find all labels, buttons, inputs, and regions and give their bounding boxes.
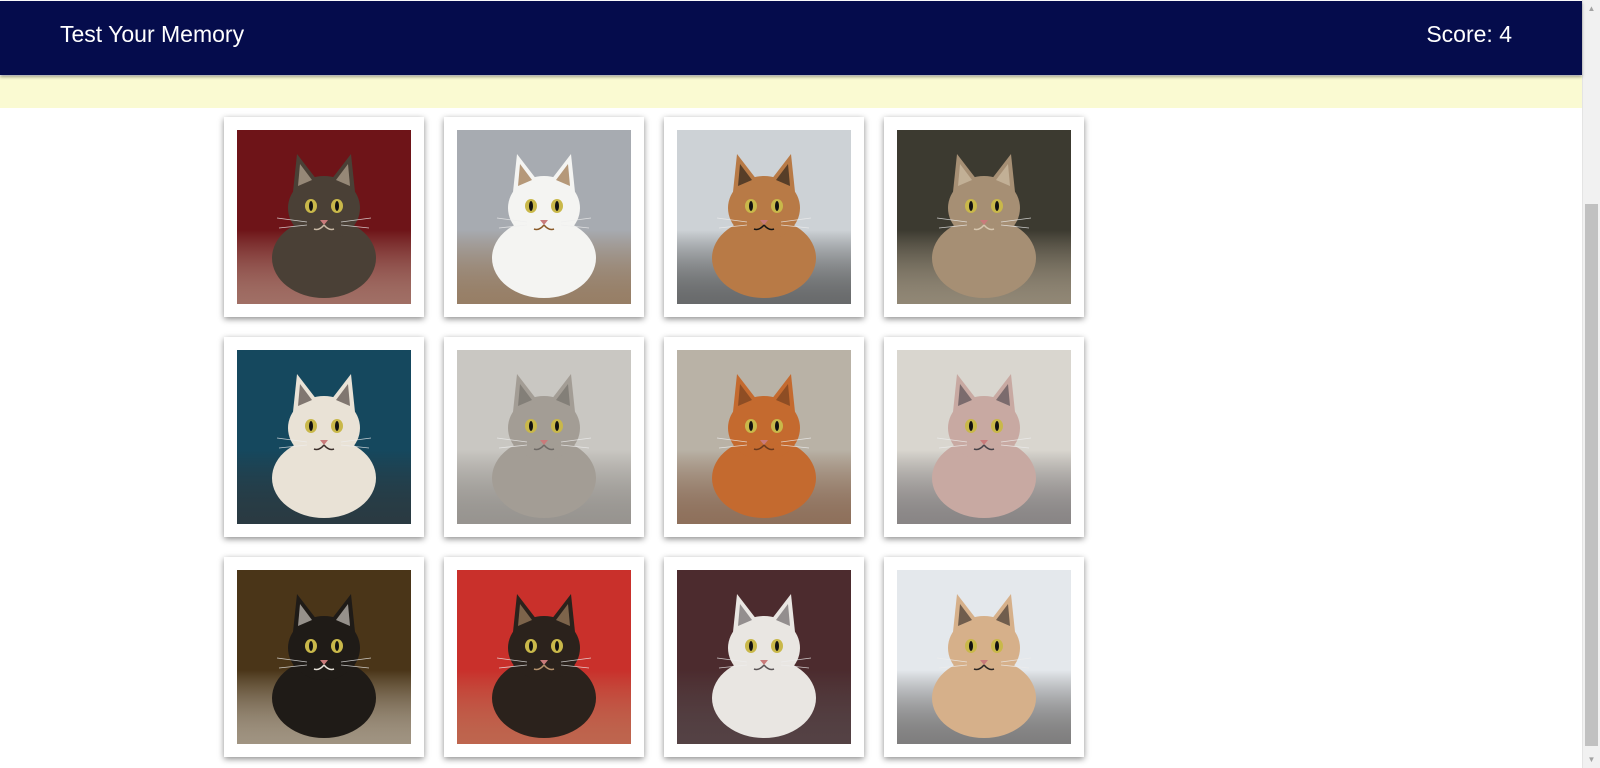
memory-card[interactable]	[224, 117, 424, 317]
vertical-scrollbar[interactable]: ▲ ▼	[1582, 0, 1600, 768]
message-banner	[0, 76, 1582, 108]
app-title: Test Your Memory	[60, 21, 245, 47]
cat-photo	[677, 130, 851, 304]
cat-photo	[897, 350, 1071, 524]
memory-card[interactable]	[884, 117, 1084, 317]
memory-card[interactable]	[444, 337, 644, 537]
cat-photo	[897, 570, 1071, 744]
cat-photo	[237, 350, 411, 524]
memory-card[interactable]	[664, 337, 864, 537]
memory-card[interactable]	[664, 117, 864, 317]
score-display: Score: 4	[1426, 21, 1512, 47]
scroll-up-arrow-icon[interactable]: ▲	[1583, 0, 1600, 17]
memory-card[interactable]	[444, 117, 644, 317]
cat-photo	[237, 570, 411, 744]
memory-game-page: Test Your Memory Score: 4 ▲ ▼	[0, 0, 1600, 768]
cat-photo	[677, 350, 851, 524]
card-grid	[224, 117, 1104, 757]
cat-photo	[897, 130, 1071, 304]
scroll-down-arrow-icon[interactable]: ▼	[1583, 751, 1600, 768]
memory-card[interactable]	[884, 337, 1084, 537]
memory-card[interactable]	[664, 557, 864, 757]
cat-photo	[457, 350, 631, 524]
scroll-thumb[interactable]	[1585, 204, 1598, 746]
memory-card[interactable]	[224, 337, 424, 537]
memory-card[interactable]	[224, 557, 424, 757]
cat-photo	[457, 570, 631, 744]
cat-photo	[237, 130, 411, 304]
memory-card[interactable]	[884, 557, 1084, 757]
cat-photo	[677, 570, 851, 744]
navbar: Test Your Memory Score: 4	[0, 1, 1582, 75]
cat-photo	[457, 130, 631, 304]
memory-card[interactable]	[444, 557, 644, 757]
